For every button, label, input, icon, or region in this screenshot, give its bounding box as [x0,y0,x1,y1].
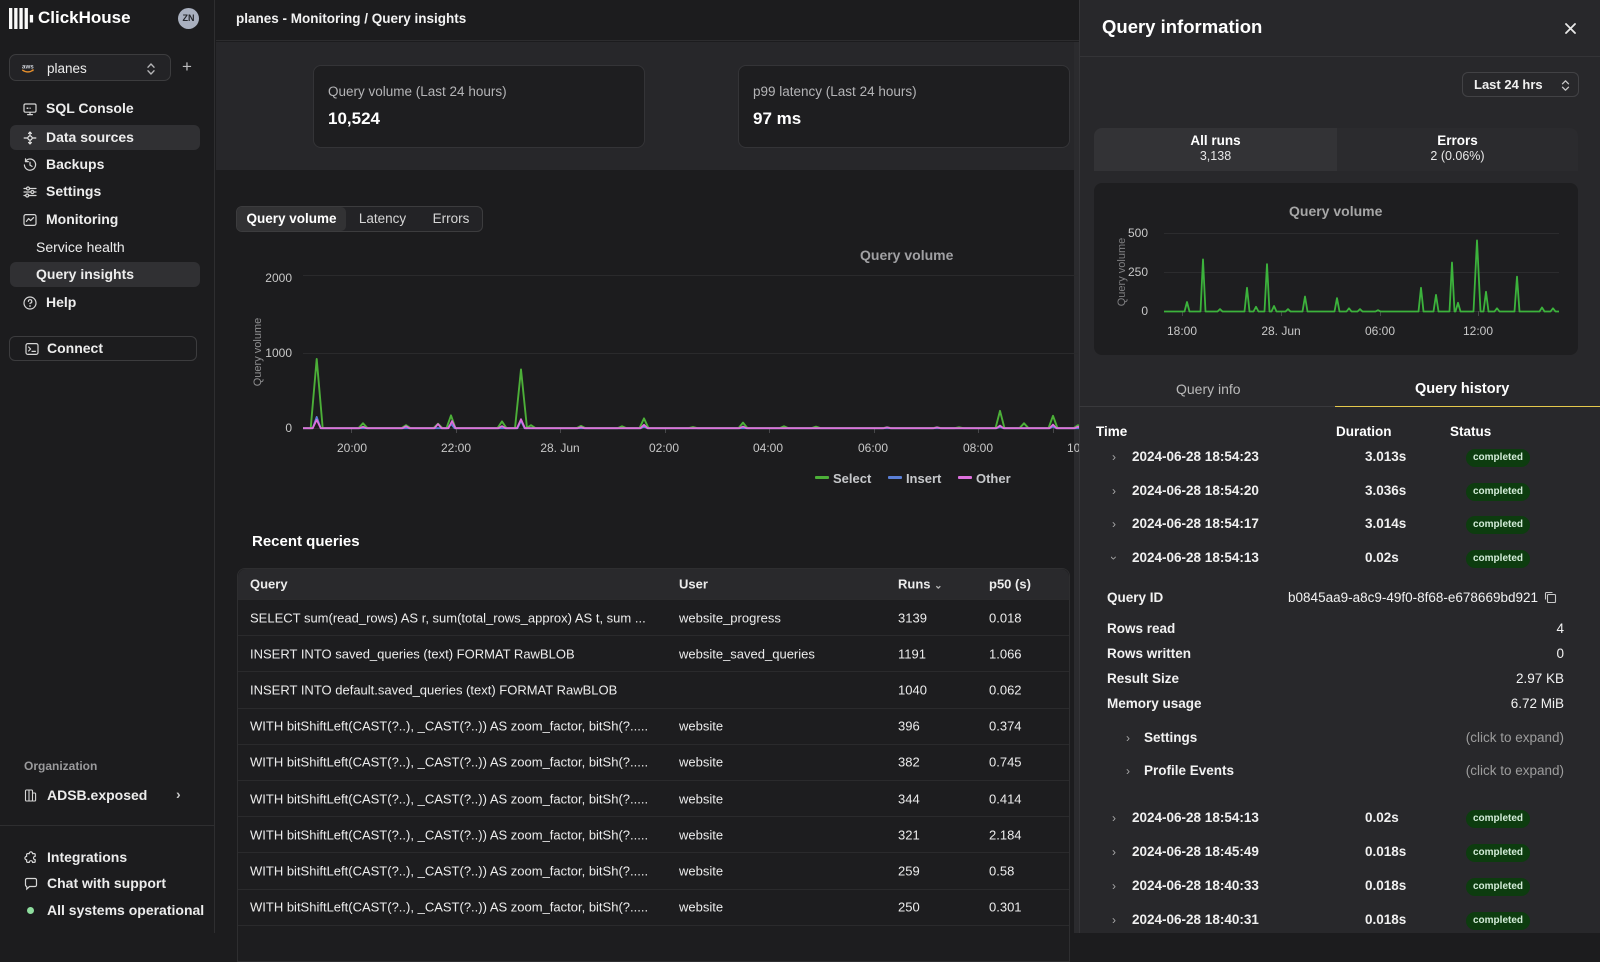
svg-text:aws: aws [22,64,34,71]
